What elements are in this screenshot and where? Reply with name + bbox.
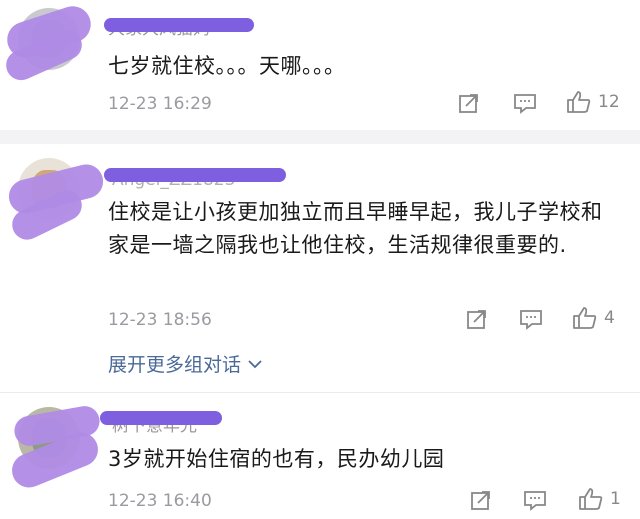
comment-item: 大家大风猫妈 七岁就住校。。。天哪。。。 12-23 16:29 12	[0, 0, 640, 130]
comment-text: 七岁就住校。。。天哪。。。	[108, 54, 346, 78]
expand-label: 展开更多组对话	[108, 354, 242, 376]
like-button[interactable]: 1	[578, 487, 621, 511]
comment-text: 住校是让小孩更加独立而且早睡早起，我儿子学校和家是一墙之隔我也让他住校，生活规律…	[108, 200, 603, 257]
comment-time: 12-23 18:56	[108, 310, 212, 330]
share-button[interactable]	[470, 489, 492, 511]
like-count: 4	[604, 308, 615, 328]
separator	[0, 130, 640, 144]
username-redaction	[100, 411, 222, 425]
comment-item: Angel_ZZ1823 住校是让小孩更加独立而且早睡早起，我儿子学校和家是一墙…	[0, 144, 640, 390]
thumbs-up-icon	[579, 488, 603, 510]
comment-text: 3岁就开始住宿的也有，民办幼儿园	[108, 447, 445, 471]
comment-icon	[520, 310, 542, 330]
share-button[interactable]	[466, 308, 488, 330]
comment-time: 12-23 16:29	[108, 94, 212, 114]
share-icon	[459, 94, 478, 113]
chevron-down-icon	[248, 359, 262, 368]
like-count: 1	[610, 489, 621, 509]
comment-icon	[524, 491, 546, 511]
comment-time: 12-23 16:40	[108, 491, 212, 511]
like-count: 12	[598, 92, 620, 112]
share-icon	[471, 491, 490, 510]
like-button[interactable]: 4	[572, 306, 615, 330]
like-button[interactable]: 12	[566, 90, 620, 114]
share-icon	[467, 310, 486, 329]
comment-item: 树下意年光 3岁就开始住宿的也有，民办幼儿园 12-23 16:40 1	[0, 393, 640, 519]
thumbs-up-icon	[567, 91, 591, 113]
username-redaction	[104, 18, 254, 32]
username-redaction	[104, 168, 286, 182]
thumbs-up-icon	[573, 307, 597, 329]
comment-button[interactable]	[519, 308, 543, 330]
comment-icon	[514, 94, 536, 114]
expand-conversation-link[interactable]: 展开更多组对话	[108, 350, 263, 377]
comment-button[interactable]	[513, 92, 537, 114]
comment-button[interactable]	[523, 489, 547, 511]
share-button[interactable]	[458, 92, 480, 114]
